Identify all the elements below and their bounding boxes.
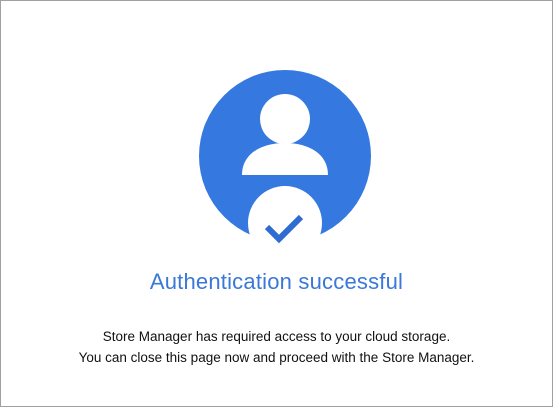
user-avatar-icon (199, 70, 371, 244)
status-message: Store Manager has required access to you… (1, 326, 552, 368)
message-line-2: You can close this page now and proceed … (78, 350, 475, 365)
message-line-1: Store Manager has required access to you… (102, 329, 451, 344)
page-title: Authentication successful (149, 269, 404, 294)
auth-success-page: Authentication successful Store Manager … (0, 0, 553, 407)
